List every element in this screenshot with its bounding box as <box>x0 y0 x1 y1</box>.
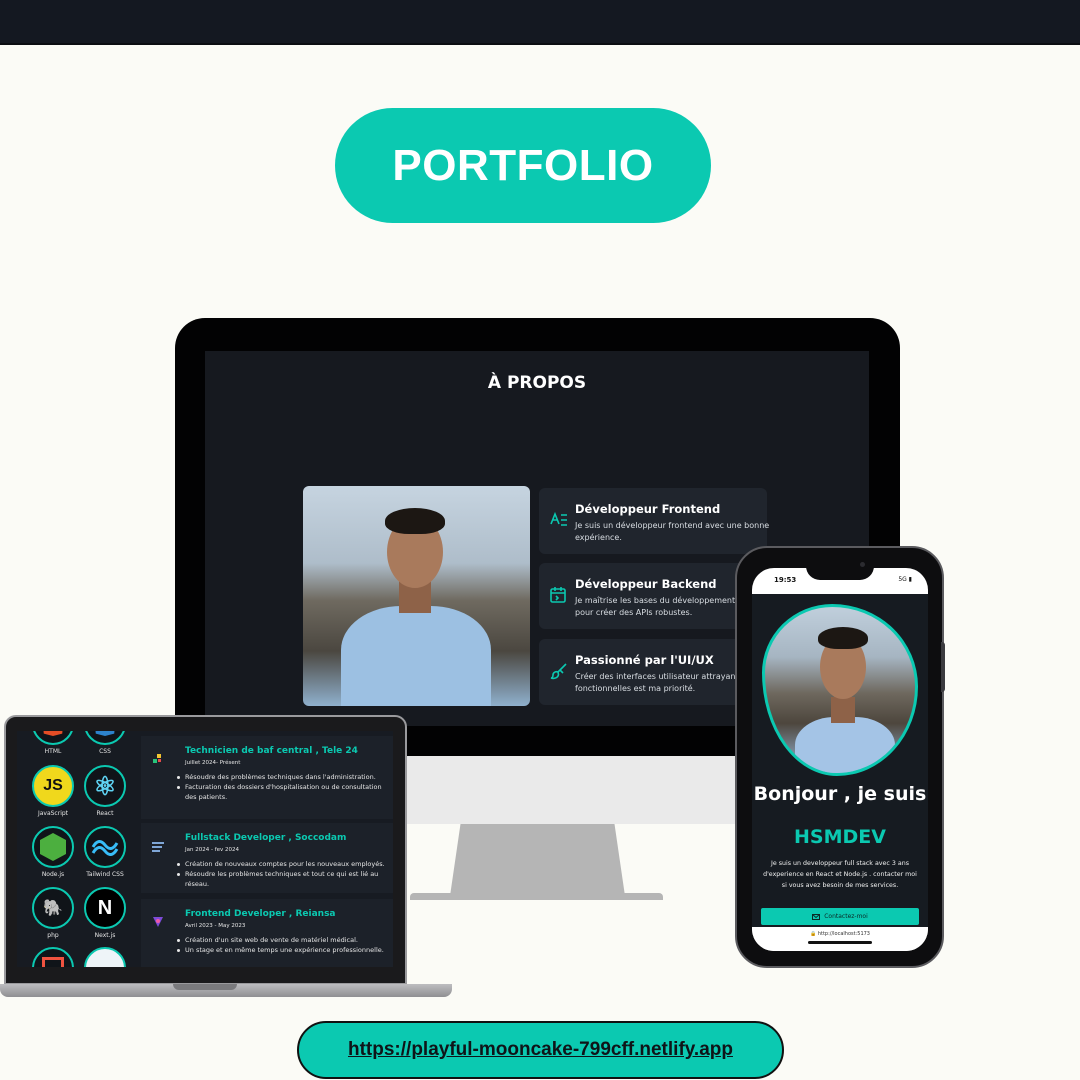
home-indicator <box>808 941 872 944</box>
skill-php: 🐘 php <box>25 887 81 939</box>
nextjs-icon: N <box>84 887 126 929</box>
frontend-code-icon <box>550 511 567 526</box>
laptop-notch <box>173 984 237 990</box>
php-icon: 🐘 <box>32 887 74 929</box>
experience-bullets: Création d'un site web de vente de matér… <box>177 935 387 955</box>
phone-notch <box>806 556 874 580</box>
bullet: Facturation des dossiers d'hospitalisati… <box>177 782 387 802</box>
javascript-icon: JS <box>32 765 74 807</box>
experience-item: Fullstack Developer , Soccodam Jan 2024 … <box>141 823 393 893</box>
experience-title: Frontend Developer , Reiansa <box>185 909 336 919</box>
hero-description: Je suis un developpeur full stack avec 3… <box>763 860 917 889</box>
card-title: Passionné par l'UI/UX <box>575 653 714 667</box>
experience-date: Juillet 2024- Présent <box>185 760 241 766</box>
camera-icon <box>860 562 865 567</box>
browser-url[interactable]: 🔒 http://localhost:5173 <box>752 931 928 937</box>
contact-button-label: Contactez-moi <box>824 913 868 920</box>
company-logo-icon <box>152 842 164 852</box>
contact-button[interactable]: Contactez-moi <box>761 908 919 925</box>
hero-greeting: Bonjour , je suis <box>753 783 927 805</box>
hero-photo <box>762 604 918 776</box>
monitor-stand <box>450 824 625 896</box>
portfolio-link[interactable]: https://playful-mooncake-799cff.netlify.… <box>297 1021 784 1079</box>
experience-bullets: Résoudre des problèmes techniques dans l… <box>177 772 387 802</box>
hero-section: Bonjour , je suis HSMDEV Je suis un deve… <box>752 594 928 927</box>
skills-grid: HTML CSS JS JavaScript ⚛ React Node.js T… <box>17 731 135 967</box>
phone-screen: 19:53 5G ▮ Bonjour , je suis HSMDEV Je s… <box>752 568 928 951</box>
html-icon <box>32 731 74 745</box>
frontend-card: Développeur Frontend Je suis un développ… <box>539 488 769 554</box>
company-logo-icon <box>153 754 161 763</box>
experience-date: Jan 2024 - fev 2024 <box>185 847 240 853</box>
card-title: Développeur Backend <box>575 577 717 591</box>
laptop-screen: HTML CSS JS JavaScript ⚛ React Node.js T… <box>17 731 393 967</box>
paintbrush-icon <box>550 663 567 680</box>
profile-photo <box>303 486 530 706</box>
top-bar <box>0 0 1080 45</box>
skill-nodejs: Node.js <box>25 826 81 878</box>
card-text: Je suis un développeur frontend avec une… <box>575 521 770 542</box>
skill-html: HTML <box>25 731 81 755</box>
laravel-icon <box>32 947 74 967</box>
skill-other <box>77 947 133 967</box>
card-title: Développeur Frontend <box>575 502 721 516</box>
uiux-card: Passionné par l'UI/UX Créer des interfac… <box>539 639 767 705</box>
bullet: Résoudre des problèmes techniques dans l… <box>177 772 387 782</box>
skill-nextjs: N Next.js <box>77 887 133 939</box>
browser-bar: 🔒 http://localhost:5173 <box>752 927 928 951</box>
skill-laravel <box>25 947 81 967</box>
status-time: 19:53 <box>774 576 797 584</box>
experience-title: Technicien de baf central , Tele 24 <box>185 746 358 756</box>
experience-item: Technicien de baf central , Tele 24 Juil… <box>141 736 393 819</box>
experience-bullets: Création de nouveaux comptes pour les no… <box>177 859 387 889</box>
bullet: Un stage et en même temps une expérience… <box>177 945 387 955</box>
skill-react: ⚛ React <box>77 765 133 817</box>
bullet: Résoudre les problèmes techniques et tou… <box>177 869 387 889</box>
bullet: Création d'un site web de vente de matér… <box>177 935 387 945</box>
bullet: Création de nouveaux comptes pour les no… <box>177 859 387 869</box>
experience-item: Frontend Developer , Reiansa Avril 2023 … <box>141 899 393 967</box>
hero-name: HSMDEV <box>794 826 886 848</box>
skill-javascript: JS JavaScript <box>25 765 81 817</box>
tailwind-icon <box>84 826 126 868</box>
tool-icon <box>84 947 126 967</box>
backend-calendar-icon <box>550 587 566 603</box>
phone-side-button <box>941 642 945 692</box>
experience-title: Fullstack Developer , Soccodam <box>185 833 347 843</box>
portfolio-title: PORTFOLIO <box>335 108 711 223</box>
skill-css: CSS <box>77 731 133 755</box>
react-icon: ⚛ <box>84 765 126 807</box>
skill-tailwind: Tailwind CSS <box>77 826 133 878</box>
backend-card: Développeur Backend Je maîtrise les base… <box>539 563 771 629</box>
experience-date: Avril 2023 - May 2023 <box>185 923 246 929</box>
nodejs-icon <box>32 826 74 868</box>
company-logo-icon <box>153 917 163 927</box>
status-indicators: 5G ▮ <box>898 576 912 583</box>
about-section-title: À PROPOS <box>487 373 587 393</box>
mail-icon <box>812 913 821 920</box>
monitor-foot <box>410 893 663 900</box>
css-icon <box>84 731 126 745</box>
